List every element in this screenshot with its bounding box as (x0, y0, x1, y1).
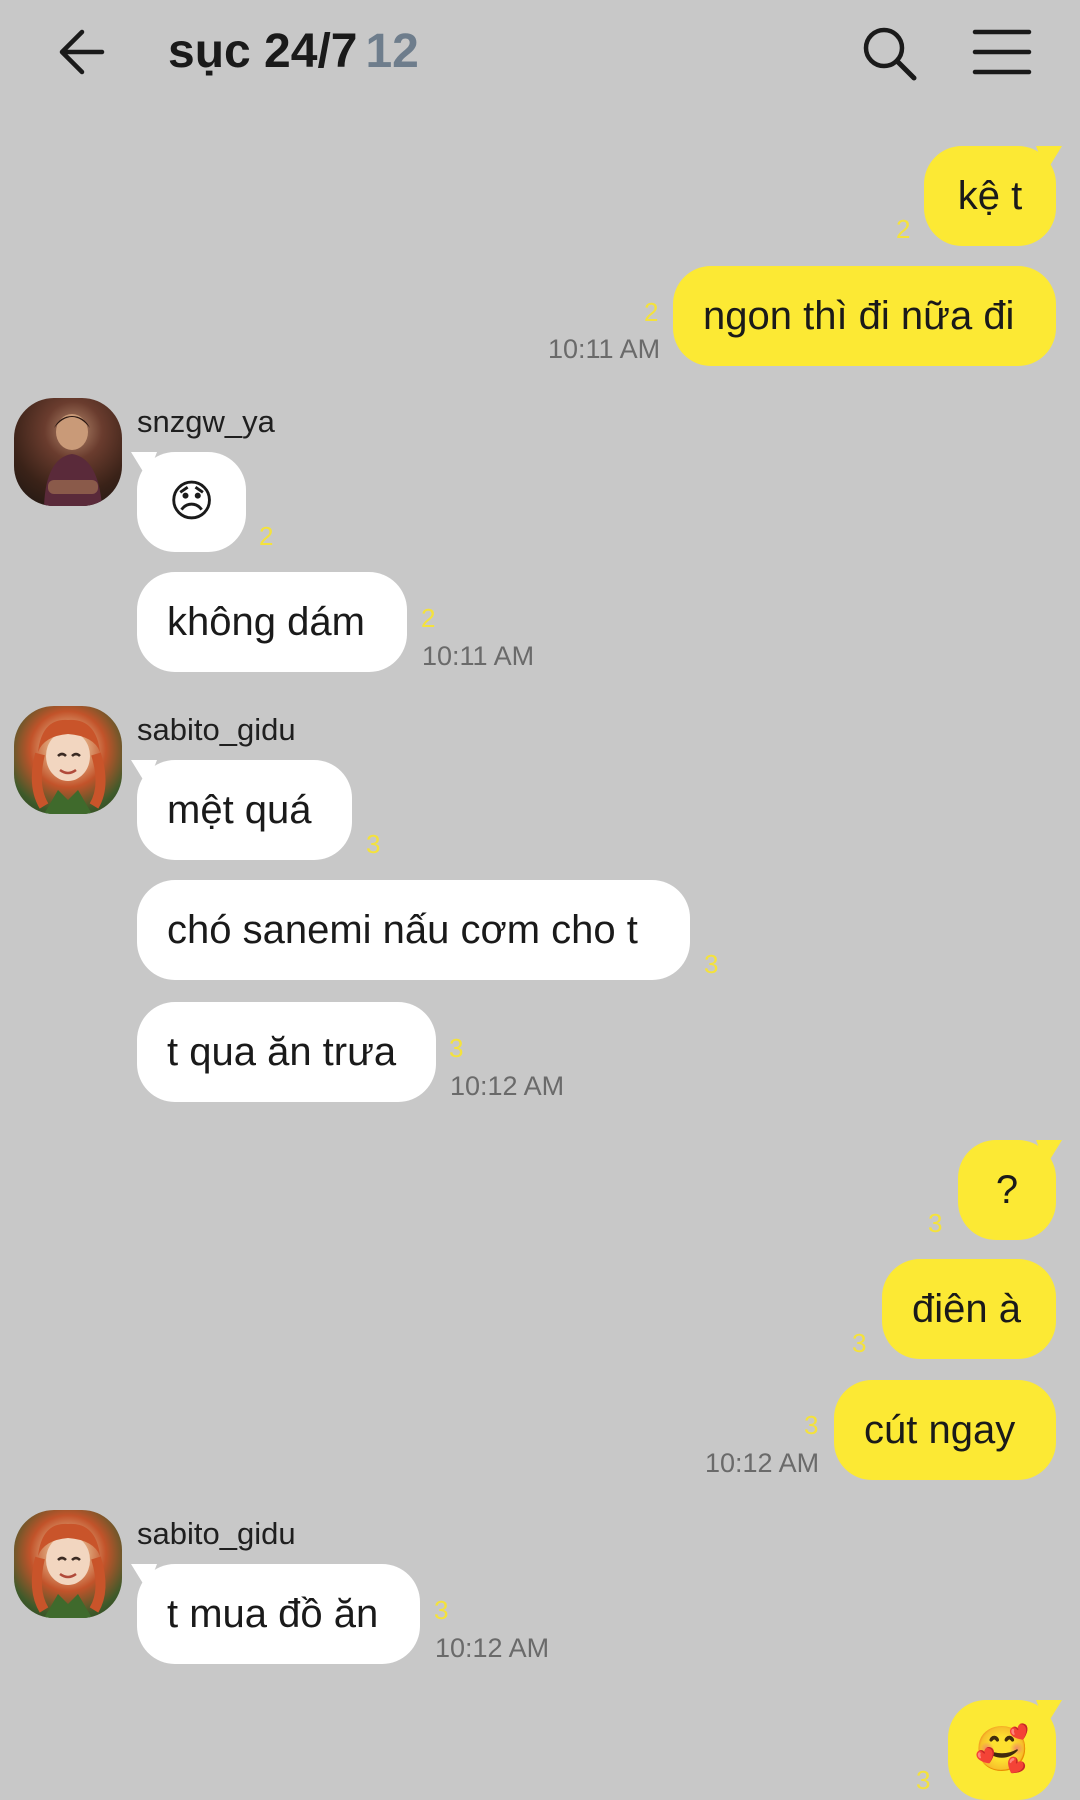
message-bubble-other[interactable]: t qua ăn trưa (137, 1002, 436, 1102)
avatar-sabito_gidu[interactable] (14, 706, 122, 814)
unread-count: 2 (896, 214, 911, 244)
sender-name: sabito_gidu (137, 1516, 296, 1551)
unread-count: 3 (434, 1595, 449, 1625)
avatar-sabito_gidu[interactable] (14, 1510, 122, 1618)
message-timestamp: 10:11 AM (422, 641, 535, 671)
avatar-snzgw_ya[interactable] (14, 398, 122, 506)
message-bubble-other[interactable]: chó sanemi nấu cơm cho t (137, 880, 690, 980)
message-timestamp: 10:12 AM (435, 1633, 550, 1663)
unread-count: 3 (449, 1033, 464, 1063)
message-text: mệt quá (167, 788, 312, 832)
unread-count: 3 (704, 949, 719, 979)
bubble-tail (1036, 146, 1062, 172)
back-arrow-icon[interactable] (52, 22, 112, 82)
message-bubble-other[interactable]: t mua đồ ăn (137, 1564, 420, 1664)
message-bubble-mine[interactable]: ngon thì đi nữa đi (673, 266, 1056, 366)
message-text: t qua ăn trưa (167, 1030, 397, 1074)
unread-count: 3 (804, 1410, 819, 1440)
chat-header: sục 24/7 12 (0, 0, 1080, 104)
unread-count: 3 (852, 1328, 867, 1358)
hamburger-menu-icon[interactable] (972, 26, 1032, 78)
message-bubble-mine[interactable]: điên à (882, 1259, 1056, 1359)
message-text: t mua đồ ăn (167, 1592, 379, 1636)
message-timestamp: 10:12 AM (450, 1071, 565, 1101)
message-bubble-other[interactable]: mệt quá (137, 760, 352, 860)
message-text: không dám (167, 600, 365, 644)
unread-count: 3 (916, 1765, 931, 1795)
message-text: ? (995, 1168, 1019, 1212)
message-text: cút ngay (864, 1408, 1016, 1452)
sender-name: snzgw_ya (137, 404, 275, 439)
unread-count: 3 (366, 829, 381, 859)
unread-count: 2 (259, 521, 274, 551)
bubble-tail (131, 1564, 157, 1590)
unread-count: 2 (644, 297, 659, 327)
message-timestamp: 10:11 AM (548, 334, 661, 364)
group-name: sục 24/7 (168, 25, 358, 78)
emoji-message: 🥰 (974, 1725, 1030, 1774)
search-icon[interactable] (860, 24, 918, 82)
sender-name: sabito_gidu (137, 712, 296, 747)
avatar-image (31, 1523, 106, 1618)
message-text: điên à (912, 1287, 1021, 1331)
message-text: kệ t (957, 174, 1023, 218)
message-bubble-other[interactable]: không dám (137, 572, 407, 672)
bubble-tail (1036, 1700, 1062, 1726)
unread-count: 2 (421, 603, 436, 633)
member-count: 12 (365, 25, 419, 78)
message-text: ngon thì đi nữa đi (703, 294, 1015, 338)
message-text: chó sanemi nấu cơm cho t (167, 908, 638, 952)
bubble-tail (131, 452, 157, 478)
unread-count: 3 (928, 1208, 943, 1238)
bubble-tail (131, 760, 157, 786)
chat-title: sục 24/7 12 (168, 18, 419, 86)
message-bubble-mine[interactable]: cút ngay (834, 1380, 1056, 1480)
message-timestamp: 10:12 AM (705, 1448, 820, 1478)
bubble-tail (1036, 1140, 1062, 1166)
emoji-message: 😞 (168, 477, 215, 526)
avatar-image (31, 719, 106, 814)
avatar-image (44, 414, 102, 506)
